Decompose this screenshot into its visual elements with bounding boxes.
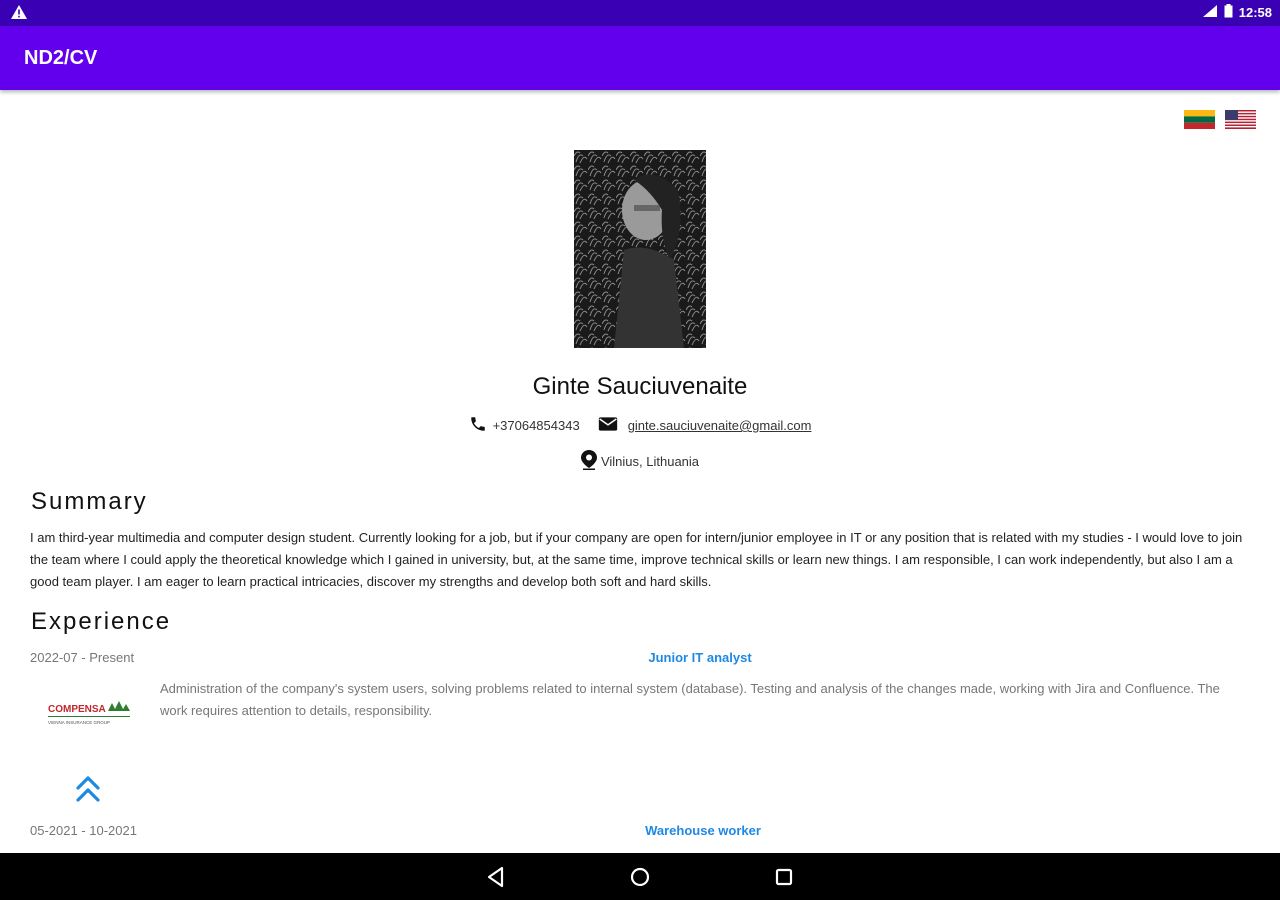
job-description: Administration of the company's system u… xyxy=(160,681,1220,718)
email-link[interactable]: ginte.sauciuvenaite@gmail.com xyxy=(628,418,812,433)
job-title[interactable]: Junior IT analyst xyxy=(30,650,1280,665)
svg-text:VIENNA INSURANCE GROUP: VIENNA INSURANCE GROUP xyxy=(48,720,110,725)
recents-button[interactable] xyxy=(772,865,796,889)
language-switcher xyxy=(1184,110,1256,129)
app-title: ND2/CV xyxy=(24,47,98,69)
phone-icon xyxy=(469,415,487,436)
warning-icon xyxy=(10,4,28,25)
cv-content[interactable]: Ginte Sauciuvenaite +37064854343 ginte.s… xyxy=(0,90,1280,853)
phone-number[interactable]: +37064854343 xyxy=(493,418,580,433)
summary-heading: Summary xyxy=(31,488,148,515)
scroll-up-icon[interactable] xyxy=(74,774,102,804)
status-bar: 12:58 xyxy=(0,0,1280,26)
summary-text: I am third-year multimedia and computer … xyxy=(30,530,1243,589)
app-bar: ND2/CV xyxy=(0,26,1280,90)
contact-row: +37064854343 ginte.sauciuvenaite@gmail.c… xyxy=(0,415,1280,436)
battery-icon xyxy=(1224,4,1233,21)
home-button[interactable] xyxy=(628,865,652,889)
us-flag-icon[interactable] xyxy=(1225,110,1256,129)
location-text: Vilnius, Lithuania xyxy=(600,454,700,469)
company-logo: COMPENSA VIENNA INSURANCE GROUP xyxy=(46,698,134,728)
experience-heading: Experience xyxy=(31,608,172,635)
job-title[interactable]: Warehouse worker xyxy=(30,823,1280,838)
signal-icon xyxy=(1202,4,1218,21)
back-button[interactable] xyxy=(484,865,508,889)
lithuanian-flag-icon[interactable] xyxy=(1184,110,1215,129)
profile-name: Ginte Sauciuvenaite xyxy=(532,373,748,400)
profile-photo xyxy=(574,150,706,348)
svg-text:COMPENSA: COMPENSA xyxy=(48,704,106,715)
location-pin-icon xyxy=(580,450,597,473)
status-time: 12:58 xyxy=(1238,5,1272,20)
location-row: Vilnius, Lithuania xyxy=(0,450,1280,473)
system-nav-bar xyxy=(0,853,1280,900)
email-icon xyxy=(598,415,618,436)
